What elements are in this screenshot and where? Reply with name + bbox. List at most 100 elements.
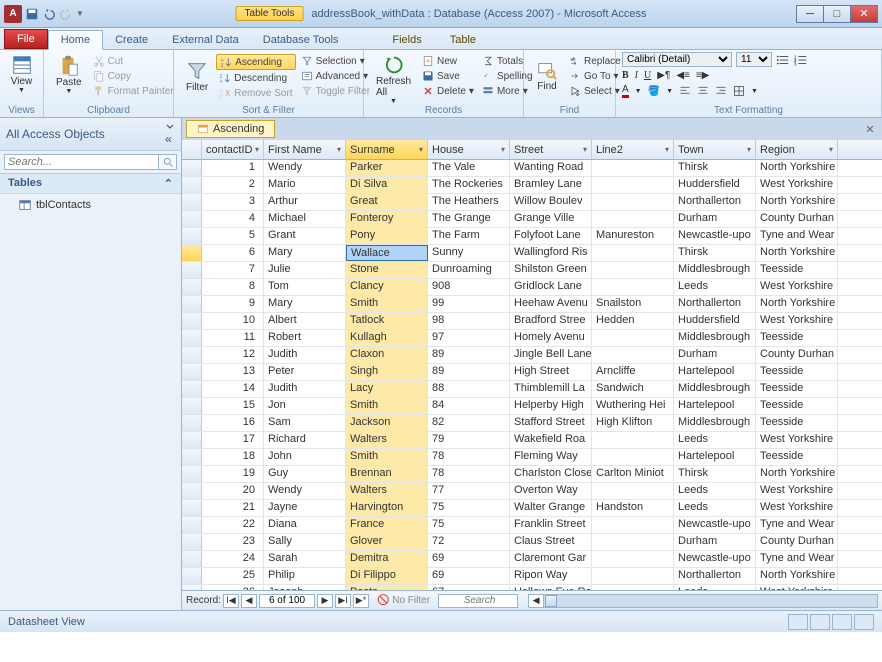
align-center-icon[interactable] [697,85,709,97]
view-button[interactable]: View▼ [6,52,37,96]
create-tab[interactable]: Create [103,31,160,49]
close-button[interactable]: ✕ [850,5,878,23]
redo-icon[interactable] [59,7,73,21]
indent-right-icon[interactable]: ≡▶ [696,70,710,81]
col-house[interactable]: House▾ [428,140,510,159]
align-left-icon[interactable] [679,85,691,97]
nav-group-tables[interactable]: Tables⌃ [0,174,181,194]
table-row[interactable]: 10AlbertTatlock98Bradford StreeHeddenHud… [182,313,882,330]
view-form-button[interactable] [832,614,852,630]
document-tab[interactable]: Ascending [186,120,275,138]
new-button[interactable]: New [419,54,477,68]
table-row[interactable]: 14JudithLacy88Thimblemill LaSandwichMidd… [182,381,882,398]
toggle-filter-button[interactable]: Toggle Filter [298,84,373,98]
advanced-button[interactable]: Advanced ▾ [298,69,373,83]
text-dir-icon[interactable]: ▶¶ [657,70,670,81]
table-row[interactable]: 7JulieStoneDunroamingShilston GreenMiddl… [182,262,882,279]
bold-button[interactable]: B [622,70,629,81]
find-button[interactable]: Find [530,52,564,98]
descending-button[interactable]: ZADescending [216,71,295,85]
external-data-tab[interactable]: External Data [160,31,251,49]
table-tab[interactable]: Table [436,31,490,49]
copy-button[interactable]: Copy [90,69,177,83]
minimize-button[interactable]: ─ [796,5,824,23]
font-size-select[interactable]: 11 [736,52,772,67]
maximize-button[interactable]: □ [823,5,851,23]
table-row[interactable]: 21JayneHarvington75Walter GrangeHandston… [182,500,882,517]
table-row[interactable]: 12JudithClaxon89Jingle Bell LaneDurhamCo… [182,347,882,364]
table-row[interactable]: 4MichaelFonteroyThe GrangeGrange VilleDu… [182,211,882,228]
underline-button[interactable]: U [644,70,651,81]
table-row[interactable]: 18JohnSmith78Fleming WayHartelepoolTeess… [182,449,882,466]
list-icon[interactable] [776,53,790,67]
filter-button[interactable]: Filter [180,52,214,100]
table-row[interactable]: 11RobertKullagh97Homely AvenuMiddlesbrou… [182,330,882,347]
table-row[interactable]: 8TomClancy908Gridlock LaneLeedsWest York… [182,279,882,296]
nav-header[interactable]: All Access Objects « [0,118,181,151]
font-color-button[interactable]: A [622,84,629,98]
table-row[interactable]: 20WendyWalters77Overton WayLeedsWest Yor… [182,483,882,500]
table-row[interactable]: 17RichardWalters79Wakefield RoaLeedsWest… [182,432,882,449]
file-tab[interactable]: File [4,29,48,49]
prev-record-button[interactable]: ◀ [241,594,257,608]
home-tab[interactable]: Home [48,30,103,50]
save-button[interactable]: Save [419,69,477,83]
view-layout-button[interactable] [854,614,874,630]
table-row[interactable]: 24SarahDemitra69Claremont GarNewcastle-u… [182,551,882,568]
col-region[interactable]: Region▾ [756,140,838,159]
format-painter-button[interactable]: Format Painter [90,84,177,98]
numlist-icon[interactable]: 123 [794,53,808,67]
next-record-button[interactable]: ▶ [317,594,333,608]
close-tab-button[interactable]: ✕ [862,121,878,137]
save-icon[interactable] [25,7,39,21]
ascending-button[interactable]: AZAscending [216,54,295,70]
view-design-button[interactable] [810,614,830,630]
indent-left-icon[interactable]: ◀≡ [676,70,690,81]
gridlines-icon[interactable] [733,85,745,97]
fill-color-button[interactable]: 🪣 [648,86,660,97]
horizontal-scrollbar[interactable]: ◀ [528,594,878,608]
record-current[interactable] [259,594,315,608]
selection-button[interactable]: Selection ▾ [298,54,373,68]
table-row[interactable]: 22DianaFrance75Franklin StreetNewcastle-… [182,517,882,534]
search-icon[interactable] [159,154,177,170]
table-row[interactable]: 25PhilipDi Filippo69Ripon WayNorthallert… [182,568,882,585]
refresh-all-button[interactable]: Refresh All▼ [370,52,417,107]
col-town[interactable]: Town▾ [674,140,756,159]
nav-item-tblcontacts[interactable]: tblContacts [0,194,181,216]
col-firstname[interactable]: First Name▾ [264,140,346,159]
table-row[interactable]: 23SallyGlover72Claus StreetDurhamCounty … [182,534,882,551]
align-right-icon[interactable] [715,85,727,97]
table-row[interactable]: 1WendyParkerThe ValeWanting RoadThirskNo… [182,160,882,177]
font-select[interactable]: Calibri (Detail) [622,52,732,67]
col-contactid[interactable]: contactID▾ [202,140,264,159]
undo-icon[interactable] [42,7,56,21]
table-row[interactable]: 26JosephPasta67Hallows Eve RoLeedsWest Y… [182,585,882,590]
select-all-cell[interactable] [182,140,202,159]
col-surname[interactable]: Surname▾ [346,140,428,159]
nav-search-input[interactable] [4,154,159,170]
table-row[interactable]: 3ArthurGreatThe HeathersWillow BoulevNor… [182,194,882,211]
table-row[interactable]: 19GuyBrennan78Charlston CloseCarlton Min… [182,466,882,483]
table-row[interactable]: 16SamJackson82Stafford StreetHigh Klifto… [182,415,882,432]
delete-button[interactable]: Delete ▾ [419,84,477,98]
database-tools-tab[interactable]: Database Tools [251,31,351,49]
table-row[interactable]: 15JonSmith84Helperby HighWuthering HeiHa… [182,398,882,415]
table-row[interactable]: 9MarySmith99Heehaw AvenuSnailstonNorthal… [182,296,882,313]
chevron-down-icon[interactable] [165,122,175,132]
datasheet-grid[interactable]: contactID▾ First Name▾ Surname▾ House▾ S… [182,140,882,590]
paste-button[interactable]: Paste▼ [50,52,88,98]
table-row[interactable]: 2MarioDi SilvaThe RockeriesBramley LaneH… [182,177,882,194]
table-row[interactable]: 5GrantPonyThe FarmFolyfoot LaneManuresto… [182,228,882,245]
col-street[interactable]: Street▾ [510,140,592,159]
cut-button[interactable]: Cut [90,54,177,68]
first-record-button[interactable]: I◀ [223,594,239,608]
fields-tab[interactable]: Fields [378,31,435,49]
italic-button[interactable]: I [635,70,638,81]
record-search[interactable] [438,594,518,608]
new-record-button[interactable]: ▶* [353,594,369,608]
view-datasheet-button[interactable] [788,614,808,630]
col-line2[interactable]: Line2▾ [592,140,674,159]
table-row[interactable]: 13PeterSingh89High StreetArncliffeHartel… [182,364,882,381]
last-record-button[interactable]: ▶I [335,594,351,608]
